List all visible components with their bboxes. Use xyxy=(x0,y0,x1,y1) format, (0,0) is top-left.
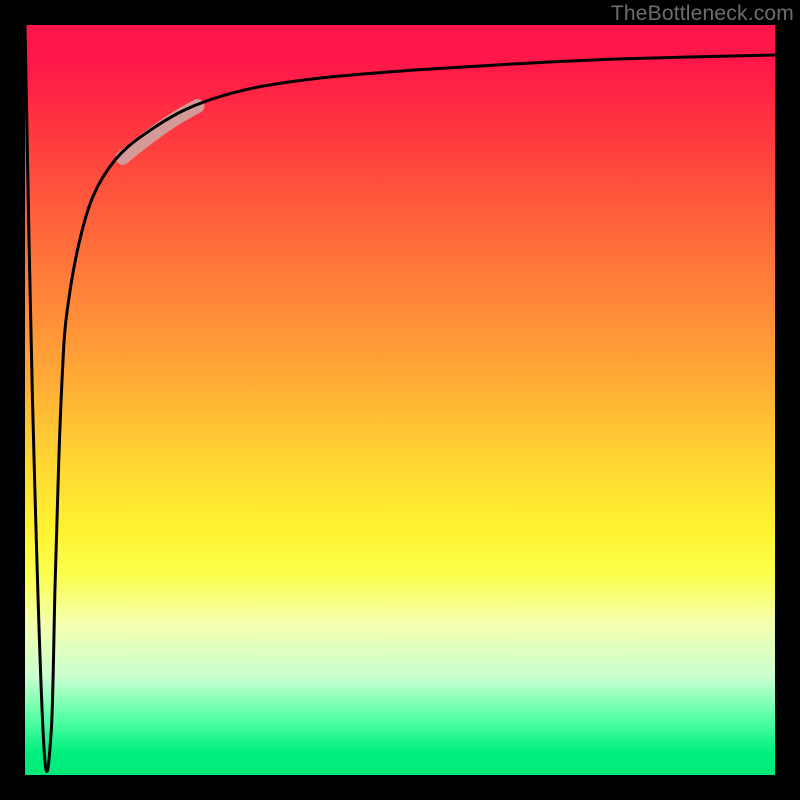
highlight-segment xyxy=(123,106,198,158)
watermark-text: TheBottleneck.com xyxy=(611,2,794,26)
chart-frame: TheBottleneck.com xyxy=(0,0,800,800)
plot-area xyxy=(25,25,775,775)
curve-svg xyxy=(25,25,775,775)
